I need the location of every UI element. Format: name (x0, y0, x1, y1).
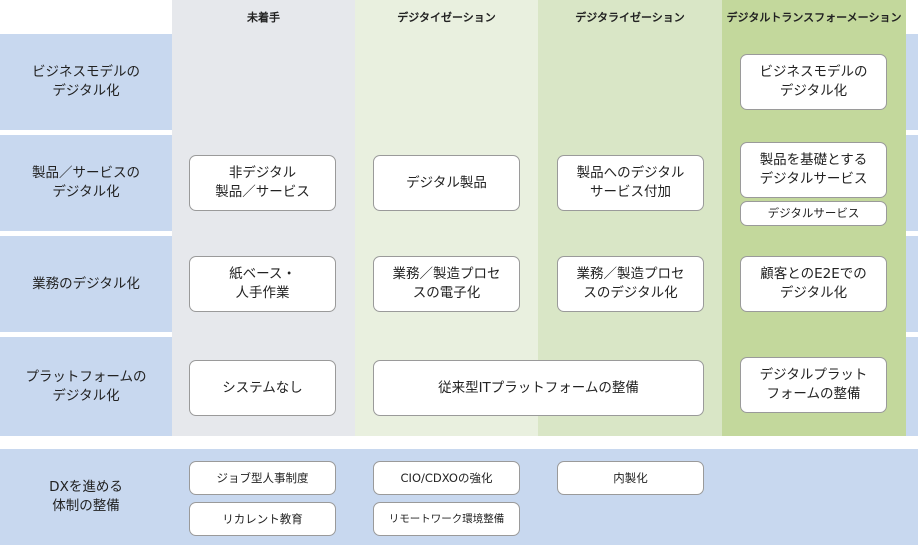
cell-product-digitization: デジタル製品 (373, 155, 520, 211)
row-label-dx-structure: DXを進める 体制の整備 (49, 479, 123, 514)
cell-product-digitalization: 製品へのデジタル サービス付加 (557, 155, 704, 211)
row-label-business-model: ビジネスモデルの デジタル化 (32, 64, 140, 99)
cell-operations-digitalization: 業務／製造プロセ スのデジタル化 (557, 256, 704, 312)
cell-platform-not-started: システムなし (189, 360, 336, 416)
cell-structure-recurrent-education: リカレント教育 (189, 502, 336, 536)
column-header-digitalization: デジタライゼーション (575, 11, 685, 24)
cell-product-dx-digital-service-based: 製品を基礎とする デジタルサービス (740, 142, 887, 198)
row-label-operations: 業務のデジタル化 (32, 275, 140, 292)
cell-operations-dx: 顧客とのE2Eでの デジタル化 (740, 256, 887, 312)
cell-operations-not-started: 紙ベース・ 人手作業 (189, 256, 336, 312)
cell-product-not-started: 非デジタル 製品／サービス (189, 155, 336, 211)
row-label-platform: プラットフォームの デジタル化 (25, 368, 147, 404)
column-header-not-started: 未着手 (247, 11, 280, 24)
cell-platform-legacy-it: 従来型ITプラットフォームの整備 (373, 360, 704, 416)
cell-platform-dx: デジタルプラット フォームの整備 (740, 357, 887, 413)
column-header-digitization: デジタイゼーション (397, 11, 496, 24)
cell-structure-in-house: 内製化 (557, 461, 704, 495)
cell-structure-job-based-hr: ジョブ型人事制度 (189, 461, 336, 495)
cell-structure-cio-cdxo: CIO/CDXOの強化 (373, 461, 520, 495)
cell-product-dx-digital-service: デジタルサービス (740, 201, 887, 226)
cell-structure-remote-work: リモートワーク環境整備 (373, 502, 520, 536)
row-label-product-service: 製品／サービスの デジタル化 (32, 165, 140, 200)
cell-business-model-dx: ビジネスモデルの デジタル化 (740, 54, 887, 110)
column-header-dx: デジタルトランスフォーメーション (726, 11, 902, 24)
cell-operations-digitization: 業務／製造プロセ スの電子化 (373, 256, 520, 312)
